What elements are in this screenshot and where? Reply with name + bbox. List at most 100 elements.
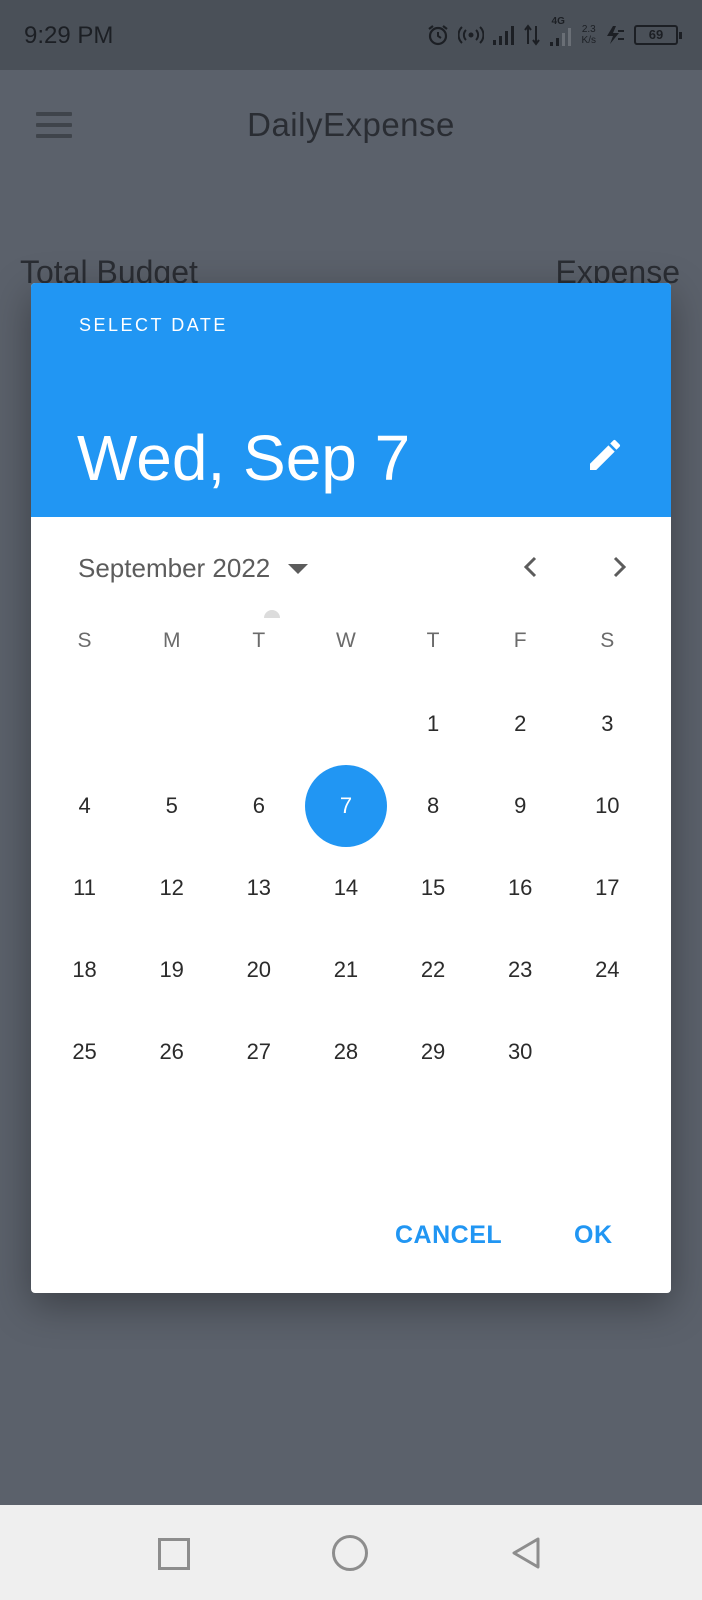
calendar-day[interactable]: 26 [128, 1011, 215, 1093]
calendar-day-empty [215, 683, 302, 765]
day-number: 16 [507, 875, 533, 900]
weekday-label: W [336, 629, 356, 652]
day-number: 29 [420, 1039, 446, 1064]
day-number: 12 [159, 875, 184, 900]
calendar-day-empty [128, 683, 215, 765]
home-icon[interactable] [332, 1535, 368, 1571]
date-picker-dialog: SELECT DATE Wed, Sep 7 September 2022 S … [31, 283, 671, 1293]
day-number: 9 [514, 793, 527, 818]
day-number: 17 [595, 875, 620, 900]
weekday-label: T [252, 629, 266, 652]
calendar-day[interactable]: 8 [390, 765, 477, 847]
signal-4g-icon: 4G [548, 16, 574, 48]
day-number: 1 [426, 711, 440, 736]
calendar-day[interactable]: 15 [390, 847, 477, 929]
calendar-day[interactable]: 30 [477, 1011, 564, 1093]
calendar-day[interactable]: 17 [564, 847, 651, 929]
calendar-day[interactable]: 4 [41, 765, 128, 847]
day-number: 24 [595, 957, 620, 982]
recents-icon[interactable] [158, 1538, 190, 1570]
network-speed: 2.3 K/s [582, 24, 596, 46]
app-bar: DailyExpense [0, 70, 702, 180]
calendar-day[interactable]: 20 [215, 929, 302, 1011]
alarm-icon [427, 25, 448, 46]
day-number: 14 [333, 875, 359, 900]
day-number: 27 [246, 1039, 272, 1064]
calendar-day[interactable]: 27 [215, 1011, 302, 1093]
day-number: 18 [72, 957, 97, 982]
calendar-day[interactable]: 18 [41, 929, 128, 1011]
day-number: 21 [333, 957, 359, 982]
day-number: 26 [159, 1039, 184, 1064]
day-number: 3 [601, 711, 614, 736]
calendar-day[interactable]: 24 [564, 929, 651, 1011]
calendar-day[interactable]: 12 [128, 847, 215, 929]
app-title: DailyExpense [247, 106, 455, 143]
day-number: 10 [595, 793, 620, 818]
calendar-day[interactable]: 21 [302, 929, 389, 1011]
calendar-day[interactable]: 29 [390, 1011, 477, 1093]
day-number: 13 [246, 875, 272, 900]
calendar-week: 11 12 13 14 15 16 17 [41, 847, 651, 929]
next-month-button[interactable] [599, 547, 639, 587]
month-row: September 2022 [31, 517, 671, 617]
chevron-right-icon [613, 556, 627, 578]
dropdown-arrow-icon [288, 563, 309, 574]
day-number: 19 [159, 957, 184, 982]
system-nav-bar [0, 1505, 702, 1600]
calendar-week: 1 2 3 [41, 683, 651, 765]
calendar-day[interactable]: 14 [302, 847, 389, 929]
status-time: 9:29 PM [24, 22, 114, 49]
weekday-label: F [513, 629, 527, 652]
selected-date: Wed, Sep 7 [77, 422, 411, 494]
day-number: 25 [72, 1039, 97, 1064]
weekday-label: M [162, 629, 181, 652]
calendar-day[interactable]: 9 [477, 765, 564, 847]
calendar-day-empty [302, 683, 389, 765]
calendar-day[interactable]: 1 [390, 683, 477, 765]
calendar-day[interactable]: 11 [41, 847, 128, 929]
status-icons: 4G 2.3 K/s 69 [426, 16, 682, 50]
day-number: 6 [252, 793, 265, 818]
hotspot-icon [457, 26, 484, 44]
day-number: 23 [507, 957, 533, 982]
day-number: 11 [73, 875, 96, 900]
weekday-header: S M T W T F S [41, 629, 651, 669]
back-icon[interactable] [508, 1535, 544, 1571]
calendar-day[interactable]: 3 [564, 683, 651, 765]
calendar-grid: 1 2 3 4 5 6 7 8 9 10 11 12 13 14 15 16 1… [41, 683, 651, 1093]
status-bar: 9:29 PM 4G 2.3 K/s 69 [0, 0, 702, 70]
calendar-day[interactable]: 28 [302, 1011, 389, 1093]
day-number: 5 [165, 793, 178, 818]
speed-value: 2.3 [581, 24, 596, 35]
calendar-day-selected[interactable]: 7 [302, 765, 389, 847]
calendar-day[interactable]: 16 [477, 847, 564, 929]
calendar-day-empty [41, 683, 128, 765]
calendar-day[interactable]: 19 [128, 929, 215, 1011]
calendar-day[interactable]: 5 [128, 765, 215, 847]
edit-icon[interactable] [585, 435, 625, 475]
weekday-label: T [426, 629, 440, 652]
previous-month-button[interactable] [511, 547, 551, 587]
day-number: 28 [333, 1039, 359, 1064]
day-number: 7 [304, 765, 387, 847]
cancel-button[interactable]: CANCEL [395, 1221, 502, 1250]
calendar-day[interactable]: 6 [215, 765, 302, 847]
calendar-day[interactable]: 25 [41, 1011, 128, 1093]
calendar-day[interactable]: 13 [215, 847, 302, 929]
day-number: 2 [514, 711, 527, 736]
weekday-label: S [77, 629, 92, 652]
ok-button[interactable]: OK [574, 1221, 613, 1250]
calendar-day-empty [564, 1011, 651, 1093]
day-number: 4 [78, 793, 91, 818]
calendar-day[interactable]: 23 [477, 929, 564, 1011]
data-transfer-icon [523, 24, 540, 46]
month-year-selector[interactable]: September 2022 [78, 553, 309, 584]
calendar-day[interactable]: 10 [564, 765, 651, 847]
day-number: 30 [507, 1039, 533, 1064]
month-label: September 2022 [78, 553, 271, 583]
charging-icon [607, 26, 624, 44]
calendar-day[interactable]: 22 [390, 929, 477, 1011]
calendar-day[interactable]: 2 [477, 683, 564, 765]
select-date-label: SELECT DATE [79, 315, 228, 335]
